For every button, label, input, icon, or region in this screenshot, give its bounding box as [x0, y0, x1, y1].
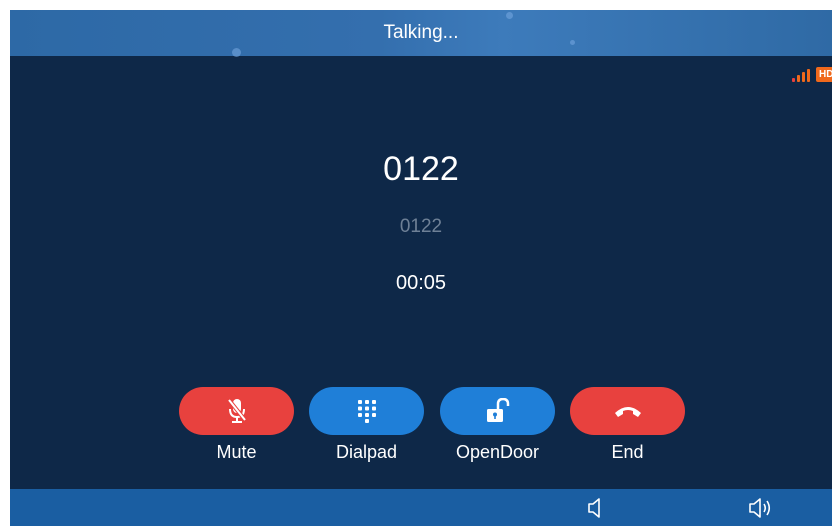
call-status-title: Talking... — [383, 22, 459, 43]
end-call-button[interactable] — [570, 387, 685, 435]
caller-number: 0122 — [383, 150, 459, 188]
speaker-volume-down-icon — [588, 498, 600, 518]
keypad-icon — [357, 400, 376, 423]
hang-up-icon — [614, 407, 641, 417]
signal-strength-icon — [792, 69, 810, 82]
bottom-bar — [10, 489, 832, 526]
unlock-icon — [486, 398, 509, 422]
volume-down-button[interactable] — [583, 495, 609, 521]
call-screen: Talking... HD 0122 0122 00:05 Mute Dialp… — [10, 10, 832, 526]
title-bar: Talking... — [10, 10, 832, 57]
dialpad-button[interactable] — [309, 387, 424, 435]
end-call-label: End — [611, 442, 644, 462]
mute-action: Mute — [179, 387, 294, 463]
mute-button[interactable] — [179, 387, 294, 435]
caller-sub-number: 0122 — [399, 216, 443, 237]
speaker-volume-up-icon — [749, 498, 771, 518]
status-indicators: HD — [792, 67, 832, 82]
open-door-button[interactable] — [440, 387, 555, 435]
end-call-action: End — [570, 387, 685, 463]
hd-audio-badge: HD — [816, 67, 832, 82]
microphone-muted-icon — [226, 398, 247, 423]
dialpad-label: Dialpad — [335, 442, 398, 462]
open-door-label: OpenDoor — [455, 442, 540, 462]
call-duration: 00:05 — [395, 272, 447, 294]
dialpad-action: Dialpad — [309, 387, 424, 463]
mute-label: Mute — [216, 442, 257, 462]
volume-up-button[interactable] — [748, 495, 774, 521]
open-door-action: OpenDoor — [440, 387, 555, 463]
